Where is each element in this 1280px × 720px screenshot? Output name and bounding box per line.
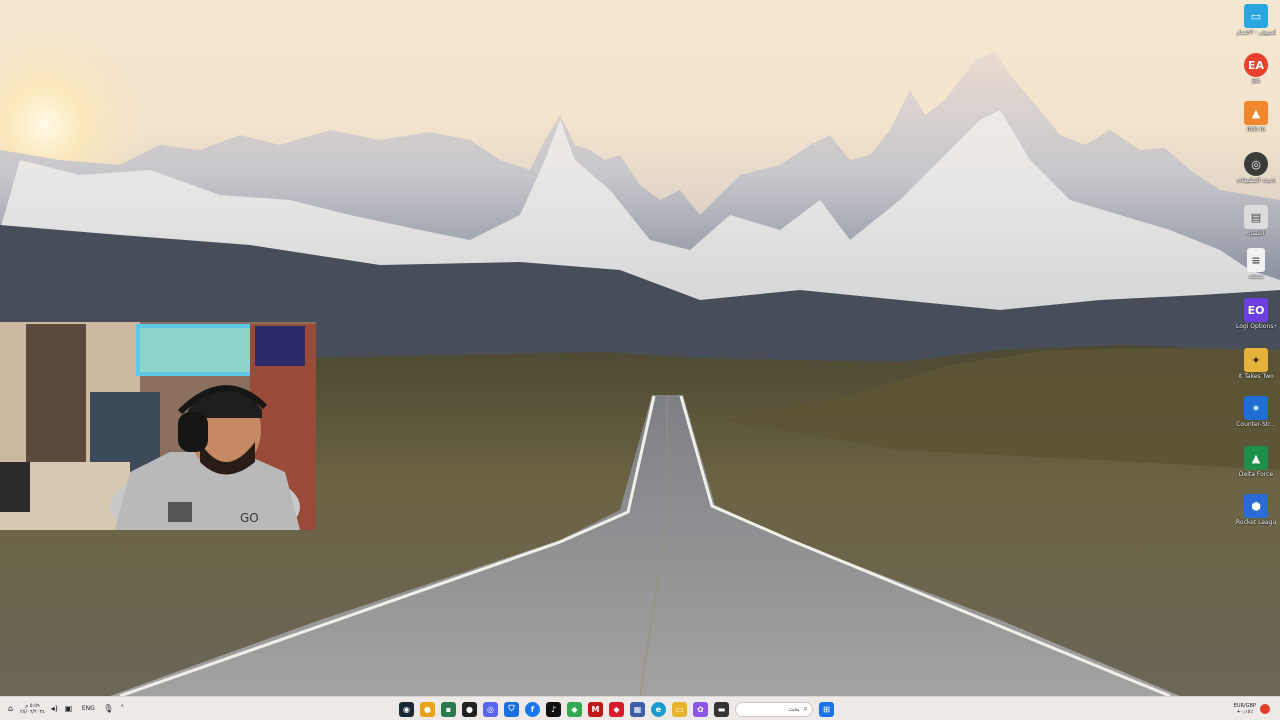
desktop-icon-label: It Takes Two <box>1238 373 1274 380</box>
desktop-icon-label: itch.io <box>1246 126 1266 133</box>
windows-start-icon[interactable]: ⊞ <box>819 701 834 717</box>
folder-icon[interactable]: ▭ <box>672 701 687 717</box>
desktop-icon-itch[interactable]: ▲ itch.io <box>1236 101 1276 133</box>
webcam-feed: GO <box>0 322 316 530</box>
desktop-icon-label: EA <box>1252 78 1260 85</box>
microphone-icon[interactable]: 🎙︎ <box>103 704 113 713</box>
taskbar-apps: ◉ ● ▪ ● ◎ ⛉ f ♪ ◆ M ◆ ▦ e ▭ ✿ ▬ بحث ⌕ ⊞ <box>399 700 834 718</box>
desktop-icon-it-takes-two[interactable]: ✦ It Takes Two <box>1236 348 1276 380</box>
itch-icon: ▲ <box>1244 101 1268 125</box>
rocket-league-icon: ⬢ <box>1244 494 1268 518</box>
gem-icon[interactable]: ◆ <box>609 701 624 717</box>
monitor-icon: ▭ <box>1244 4 1268 28</box>
facebook-icon[interactable]: f <box>525 701 540 717</box>
desktop-icon-label: اختصار <box>1247 230 1265 237</box>
mcafee-icon[interactable]: M <box>588 701 603 717</box>
chevron-up-icon[interactable]: ˄ <box>118 704 127 713</box>
ea-icon: EA <box>1244 53 1268 77</box>
desktop-icon-this-pc[interactable]: ▭ هذا الكمبيوتر - اختصار <box>1236 4 1276 36</box>
desktop-icon-update[interactable]: ◎ تحديث التطبيقات <box>1236 152 1276 184</box>
taskbar-clock[interactable]: ٥:٥٩ م ٢٨/٠٦/٢٠٢٤ <box>20 703 45 715</box>
desktop-icon-shortcut[interactable]: ▤ اختصار <box>1236 205 1276 237</box>
window-icon: ▤ <box>1244 205 1268 229</box>
desktop-icons: ▭ هذا الكمبيوتر - اختصار EA EA ▲ itch.io… <box>1232 0 1280 696</box>
language-indicator[interactable]: ENG <box>82 705 95 712</box>
desktop-icon-label: Rocket League® <box>1236 519 1276 526</box>
widget-badge-icon <box>1260 703 1270 714</box>
widgets-area[interactable]: EUR/GBP +٠٫١٥٪ <box>1234 697 1270 720</box>
terminal-icon[interactable]: ▪ <box>441 701 456 717</box>
desktop-icon-delta-force[interactable]: ▲ Delta Force <box>1236 446 1276 478</box>
taskbar: ⌂ ٥:٥٩ م ٢٨/٠٦/٢٠٢٤ ◂) ▣ ENG 🎙︎ ˄ ◉ ● ▪ … <box>0 696 1280 720</box>
currency-widget: EUR/GBP +٠٫١٥٪ <box>1234 703 1256 715</box>
github-icon[interactable]: ● <box>462 701 477 717</box>
editor-icon[interactable]: ▬ <box>714 701 729 717</box>
volume-icon[interactable]: ◂) <box>50 704 59 713</box>
photos-icon[interactable]: ✿ <box>693 701 708 717</box>
currency-pair: EUR/GBP <box>1233 702 1256 709</box>
desktop-icon-label: Logi Options+ <box>1236 323 1276 330</box>
steam-icon[interactable]: ◉ <box>399 701 414 717</box>
desktop-icon-label: مستند <box>1248 273 1264 280</box>
maps-icon[interactable]: ◆ <box>567 701 582 717</box>
desktop-icon-rocket-league[interactable]: ⬢ Rocket League® <box>1236 494 1276 526</box>
svg-text:GO: GO <box>240 511 259 525</box>
discord-icon[interactable]: ◎ <box>483 701 498 717</box>
desktop-icon-counter-strike[interactable]: ✶ Counter-Str... <box>1236 396 1276 428</box>
system-tray: ⌂ ٥:٥٩ م ٢٨/٠٦/٢٠٢٤ ◂) ▣ ENG 🎙︎ ˄ <box>6 697 127 720</box>
shield-icon[interactable]: ⛉ <box>504 701 519 717</box>
currency-change: +٠٫١٥٪ <box>1236 708 1254 715</box>
clock-date: ٢٨/٠٦/٢٠٢٤ <box>20 708 45 715</box>
desktop-icon-document[interactable]: ≡ مستند <box>1236 248 1276 280</box>
search-icon: ⌕ <box>803 704 808 713</box>
network-icon[interactable]: ▣ <box>64 704 73 713</box>
desktop-icon-ea[interactable]: EA EA <box>1236 53 1276 85</box>
counter-strike-icon: ✶ <box>1244 396 1268 420</box>
document-icon: ≡ <box>1247 248 1265 272</box>
desktop-icon-label: Counter-Str... <box>1236 421 1276 428</box>
calculator-icon[interactable]: ▦ <box>630 701 645 717</box>
logi-icon: EO <box>1244 298 1268 322</box>
delta-force-icon: ▲ <box>1244 446 1268 470</box>
desktop-icon-label: تحديث التطبيقات <box>1236 177 1276 184</box>
it-takes-two-icon: ✦ <box>1244 348 1268 372</box>
edge-icon[interactable]: e <box>651 701 666 717</box>
notification-icon[interactable]: ⌂ <box>6 704 15 713</box>
desktop-icon-logi-options[interactable]: EO Logi Options+ <box>1236 298 1276 330</box>
tiktok-icon[interactable]: ♪ <box>546 701 561 717</box>
desktop-icon-label: Delta Force <box>1238 471 1274 478</box>
webcam-overlay[interactable]: GO <box>0 322 316 530</box>
chrome-icon[interactable]: ● <box>420 701 435 717</box>
search-placeholder: بحث <box>788 705 800 713</box>
update-circle-icon: ◎ <box>1244 152 1268 176</box>
taskbar-search[interactable]: بحث ⌕ <box>735 701 813 717</box>
desktop-icon-label: هذا الكمبيوتر - اختصار <box>1236 29 1276 36</box>
